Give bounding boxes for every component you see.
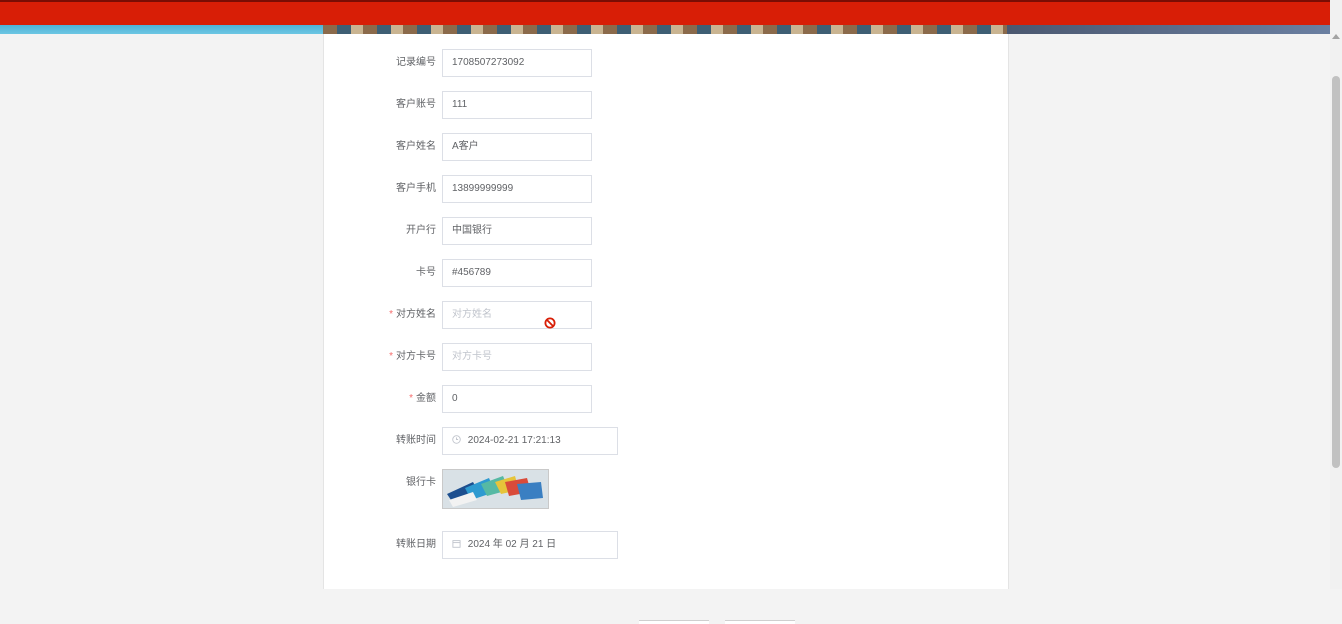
bank-input[interactable]: 中国银行 xyxy=(442,217,592,245)
amount-label-wrap: * 金额 xyxy=(409,385,436,413)
transfer-time-value: 2024-02-21 17:21:13 xyxy=(467,435,561,446)
transfer-date-label: 转账日期 xyxy=(396,539,436,550)
payee-name-label: 对方姓名 xyxy=(396,309,436,320)
payee-card-placeholder: 对方卡号 xyxy=(452,351,492,362)
form-row-bank-card-image: 银行卡 xyxy=(324,469,724,509)
banner-image xyxy=(0,25,1330,34)
submit-button[interactable] xyxy=(639,620,709,624)
calendar-icon xyxy=(452,539,464,550)
amount-label: 金额 xyxy=(416,393,436,404)
payee-name-input[interactable]: 对方姓名 xyxy=(442,301,592,329)
form-row-customer-name: 客户姓名 A客户 xyxy=(324,133,724,161)
form-row-record-no: 记录编号 1708507273092 xyxy=(324,49,724,77)
payee-name-label-wrap: * 对方姓名 xyxy=(389,301,436,329)
transfer-date-value: 2024 年 02 月 21 日 xyxy=(467,539,557,550)
form-panel: 记录编号 1708507273092 客户账号 111 客户姓名 A客户 客户手… xyxy=(323,34,1009,624)
bank-card-image-label: 银行卡 xyxy=(406,477,436,488)
record-no-label: 记录编号 xyxy=(396,57,436,68)
customer-name-input[interactable]: A客户 xyxy=(442,133,592,161)
payee-card-input[interactable]: 对方卡号 xyxy=(442,343,592,371)
customer-account-input[interactable]: 111 xyxy=(442,91,592,119)
amount-input[interactable]: 0 xyxy=(442,385,592,413)
required-mark: * xyxy=(409,393,413,404)
form-row-card-no: 卡号 #456789 xyxy=(324,259,724,287)
form-row-transfer-date: 转账日期 2024 年 02 月 21 日 xyxy=(324,531,724,559)
bank-cards-photo-graphic xyxy=(443,470,548,508)
required-mark: * xyxy=(389,309,393,320)
banner-right-section xyxy=(1007,25,1330,34)
top-header-bar xyxy=(0,0,1342,27)
page-scrollbar[interactable] xyxy=(1330,0,1342,589)
transfer-time-label: 转账时间 xyxy=(396,435,436,446)
form-row-bank: 开户行 中国银行 xyxy=(324,217,724,245)
form-row-amount: * 金额 0 xyxy=(324,385,724,413)
payee-name-placeholder: 对方姓名 xyxy=(452,309,492,320)
customer-name-label: 客户姓名 xyxy=(396,141,436,152)
payee-card-label-wrap: * 对方卡号 xyxy=(389,343,436,371)
required-mark: * xyxy=(389,351,393,362)
clock-icon xyxy=(452,435,464,446)
form-row-payee-card: * 对方卡号 对方卡号 xyxy=(324,343,724,371)
customer-phone-input[interactable]: 13899999999 xyxy=(442,175,592,203)
form-row-transfer-time: 转账时间 2024-02-21 17:21:13 xyxy=(324,427,724,455)
cancel-button[interactable] xyxy=(725,620,795,624)
scrollbar-thumb[interactable] xyxy=(1332,76,1340,468)
form-row-customer-phone: 客户手机 13899999999 xyxy=(324,175,724,203)
form-row-payee-name: * 对方姓名 对方姓名 xyxy=(324,301,724,329)
customer-account-label: 客户账号 xyxy=(396,99,436,110)
form-row-customer-account: 客户账号 111 xyxy=(324,91,724,119)
customer-phone-label: 客户手机 xyxy=(396,183,436,194)
transfer-date-picker[interactable]: 2024 年 02 月 21 日 xyxy=(442,531,618,559)
bank-label: 开户行 xyxy=(406,225,436,236)
scroll-up-arrow-icon[interactable] xyxy=(1332,34,1340,39)
banner-center-photo xyxy=(323,25,1007,34)
forbidden-cursor-icon xyxy=(544,317,556,329)
card-no-label: 卡号 xyxy=(416,267,436,278)
payee-card-label: 对方卡号 xyxy=(396,351,436,362)
bank-cards-photo[interactable] xyxy=(442,469,549,509)
banner-left-section xyxy=(0,25,323,34)
card-no-input[interactable]: #456789 xyxy=(442,259,592,287)
transfer-time-picker[interactable]: 2024-02-21 17:21:13 xyxy=(442,427,618,455)
record-no-input[interactable]: 1708507273092 xyxy=(442,49,592,77)
